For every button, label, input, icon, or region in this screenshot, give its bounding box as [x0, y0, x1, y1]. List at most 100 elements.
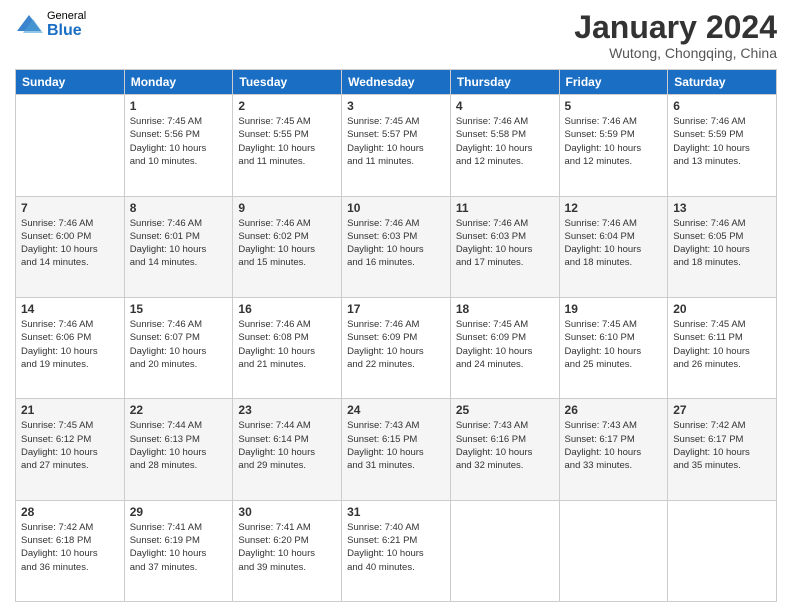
day-info: Sunrise: 7:46 AMSunset: 5:59 PMDaylight:…: [565, 115, 663, 168]
header: General Blue January 2024 Wutong, Chongq…: [15, 10, 777, 61]
day-number: 31: [347, 505, 445, 519]
day-info: Sunrise: 7:46 AMSunset: 6:08 PMDaylight:…: [238, 318, 336, 371]
day-number: 21: [21, 403, 119, 417]
day-cell: 3Sunrise: 7:45 AMSunset: 5:57 PMDaylight…: [342, 95, 451, 196]
day-cell: 9 Sunrise: 7:46 AMSunset: 6:02 PMDaylight…: [233, 196, 342, 297]
day-info: Sunrise: 7:45 AMSunset: 6:09 PMDaylight:…: [456, 318, 554, 371]
day-info: Sunrise: 7:45 AMSunset: 6:10 PMDaylight:…: [565, 318, 663, 371]
calendar-table: SundayMondayTuesdayWednesdayThursdayFrid…: [15, 69, 777, 602]
day-number: 5: [565, 99, 663, 113]
day-number: 12: [565, 201, 663, 215]
day-info: Sunrise: 7:46 AMSunset: 6:05 PMDaylight:…: [673, 217, 771, 270]
day-cell: 28 Sunrise: 7:42 AMSunset: 6:18 PMDayligh…: [16, 500, 125, 601]
day-number: 8: [130, 201, 228, 215]
day-cell: 7 Sunrise: 7:46 AMSunset: 6:00 PMDaylight…: [16, 196, 125, 297]
day-number: 2: [238, 99, 336, 113]
day-info: Sunrise: 7:43 AMSunset: 6:17 PMDaylight:…: [565, 419, 663, 472]
day-number: 18: [456, 302, 554, 316]
day-number: 16: [238, 302, 336, 316]
day-cell: [450, 500, 559, 601]
day-cell: 19 Sunrise: 7:45 AMSunset: 6:10 PMDayligh…: [559, 297, 668, 398]
day-cell: 17Sunrise: 7:46 AMSunset: 6:09 PMDayligh…: [342, 297, 451, 398]
day-number: 1: [130, 99, 228, 113]
col-friday: Friday: [559, 70, 668, 95]
day-number: 28: [21, 505, 119, 519]
day-cell: [16, 95, 125, 196]
day-number: 29: [130, 505, 228, 519]
day-info: Sunrise: 7:45 AMSunset: 6:11 PMDaylight:…: [673, 318, 771, 371]
day-number: 27: [673, 403, 771, 417]
day-number: 19: [565, 302, 663, 316]
location: Wutong, Chongqing, China: [574, 45, 777, 61]
day-cell: 8 Sunrise: 7:46 AMSunset: 6:01 PMDaylight…: [124, 196, 233, 297]
calendar-page: General Blue January 2024 Wutong, Chongq…: [0, 0, 792, 612]
day-info: Sunrise: 7:45 AMSunset: 5:56 PMDaylight:…: [130, 115, 228, 168]
day-number: 3: [347, 99, 445, 113]
day-info: Sunrise: 7:46 AMSunset: 6:03 PMDaylight:…: [347, 217, 445, 270]
day-info: Sunrise: 7:46 AMSunset: 6:00 PMDaylight:…: [21, 217, 119, 270]
day-cell: 23Sunrise: 7:44 AMSunset: 6:14 PMDayligh…: [233, 399, 342, 500]
day-cell: 13 Sunrise: 7:46 AMSunset: 6:05 PMDayligh…: [668, 196, 777, 297]
day-cell: 29Sunrise: 7:41 AMSunset: 6:19 PMDayligh…: [124, 500, 233, 601]
day-info: Sunrise: 7:46 AMSunset: 6:01 PMDaylight:…: [130, 217, 228, 270]
day-cell: 21 Sunrise: 7:45 AMSunset: 6:12 PMDayligh…: [16, 399, 125, 500]
day-cell: 1 Sunrise: 7:45 AMSunset: 5:56 PMDaylight…: [124, 95, 233, 196]
day-cell: 11 Sunrise: 7:46 AMSunset: 6:03 PMDayligh…: [450, 196, 559, 297]
day-cell: 25 Sunrise: 7:43 AMSunset: 6:16 PMDayligh…: [450, 399, 559, 500]
day-number: 26: [565, 403, 663, 417]
week-row-3: 14 Sunrise: 7:46 AMSunset: 6:06 PMDayligh…: [16, 297, 777, 398]
header-right: January 2024 Wutong, Chongqing, China: [574, 10, 777, 61]
day-number: 15: [130, 302, 228, 316]
week-row-2: 7 Sunrise: 7:46 AMSunset: 6:00 PMDaylight…: [16, 196, 777, 297]
col-thursday: Thursday: [450, 70, 559, 95]
day-number: 13: [673, 201, 771, 215]
day-info: Sunrise: 7:45 AMSunset: 5:55 PMDaylight:…: [238, 115, 336, 168]
day-number: 14: [21, 302, 119, 316]
day-number: 30: [238, 505, 336, 519]
day-info: Sunrise: 7:41 AMSunset: 6:20 PMDaylight:…: [238, 521, 336, 574]
day-number: 4: [456, 99, 554, 113]
day-cell: 16 Sunrise: 7:46 AMSunset: 6:08 PMDayligh…: [233, 297, 342, 398]
day-number: 24: [347, 403, 445, 417]
day-info: Sunrise: 7:46 AMSunset: 6:07 PMDaylight:…: [130, 318, 228, 371]
day-info: Sunrise: 7:46 AMSunset: 6:06 PMDaylight:…: [21, 318, 119, 371]
day-cell: 12 Sunrise: 7:46 AMSunset: 6:04 PMDayligh…: [559, 196, 668, 297]
day-cell: 10 Sunrise: 7:46 AMSunset: 6:03 PMDayligh…: [342, 196, 451, 297]
day-info: Sunrise: 7:42 AMSunset: 6:17 PMDaylight:…: [673, 419, 771, 472]
day-cell: 30 Sunrise: 7:41 AMSunset: 6:20 PMDayligh…: [233, 500, 342, 601]
day-number: 11: [456, 201, 554, 215]
day-number: 7: [21, 201, 119, 215]
day-number: 25: [456, 403, 554, 417]
day-info: Sunrise: 7:44 AMSunset: 6:13 PMDaylight:…: [130, 419, 228, 472]
day-cell: 26 Sunrise: 7:43 AMSunset: 6:17 PMDayligh…: [559, 399, 668, 500]
day-info: Sunrise: 7:43 AMSunset: 6:16 PMDaylight:…: [456, 419, 554, 472]
col-saturday: Saturday: [668, 70, 777, 95]
day-number: 20: [673, 302, 771, 316]
day-info: Sunrise: 7:46 AMSunset: 6:03 PMDaylight:…: [456, 217, 554, 270]
day-cell: 2 Sunrise: 7:45 AMSunset: 5:55 PMDaylight…: [233, 95, 342, 196]
logo-general: General: [47, 10, 86, 22]
day-info: Sunrise: 7:46 AMSunset: 5:59 PMDaylight:…: [673, 115, 771, 168]
day-number: 9: [238, 201, 336, 215]
day-cell: 15 Sunrise: 7:46 AMSunset: 6:07 PMDayligh…: [124, 297, 233, 398]
day-info: Sunrise: 7:46 AMSunset: 5:58 PMDaylight:…: [456, 115, 554, 168]
day-cell: 24Sunrise: 7:43 AMSunset: 6:15 PMDayligh…: [342, 399, 451, 500]
day-cell: 4 Sunrise: 7:46 AMSunset: 5:58 PMDaylight…: [450, 95, 559, 196]
day-number: 22: [130, 403, 228, 417]
col-wednesday: Wednesday: [342, 70, 451, 95]
day-cell: 20 Sunrise: 7:45 AMSunset: 6:11 PMDayligh…: [668, 297, 777, 398]
day-number: 10: [347, 201, 445, 215]
logo-icon: [15, 11, 43, 39]
month-title: January 2024: [574, 10, 777, 45]
day-info: Sunrise: 7:46 AMSunset: 6:09 PMDaylight:…: [347, 318, 445, 371]
header-row: SundayMondayTuesdayWednesdayThursdayFrid…: [16, 70, 777, 95]
day-cell: 5 Sunrise: 7:46 AMSunset: 5:59 PMDaylight…: [559, 95, 668, 196]
day-info: Sunrise: 7:46 AMSunset: 6:04 PMDaylight:…: [565, 217, 663, 270]
day-info: Sunrise: 7:42 AMSunset: 6:18 PMDaylight:…: [21, 521, 119, 574]
day-cell: 14 Sunrise: 7:46 AMSunset: 6:06 PMDayligh…: [16, 297, 125, 398]
day-cell: [668, 500, 777, 601]
day-info: Sunrise: 7:45 AMSunset: 6:12 PMDaylight:…: [21, 419, 119, 472]
day-info: Sunrise: 7:46 AMSunset: 6:02 PMDaylight:…: [238, 217, 336, 270]
day-cell: 22 Sunrise: 7:44 AMSunset: 6:13 PMDayligh…: [124, 399, 233, 500]
day-cell: 6Sunrise: 7:46 AMSunset: 5:59 PMDaylight…: [668, 95, 777, 196]
